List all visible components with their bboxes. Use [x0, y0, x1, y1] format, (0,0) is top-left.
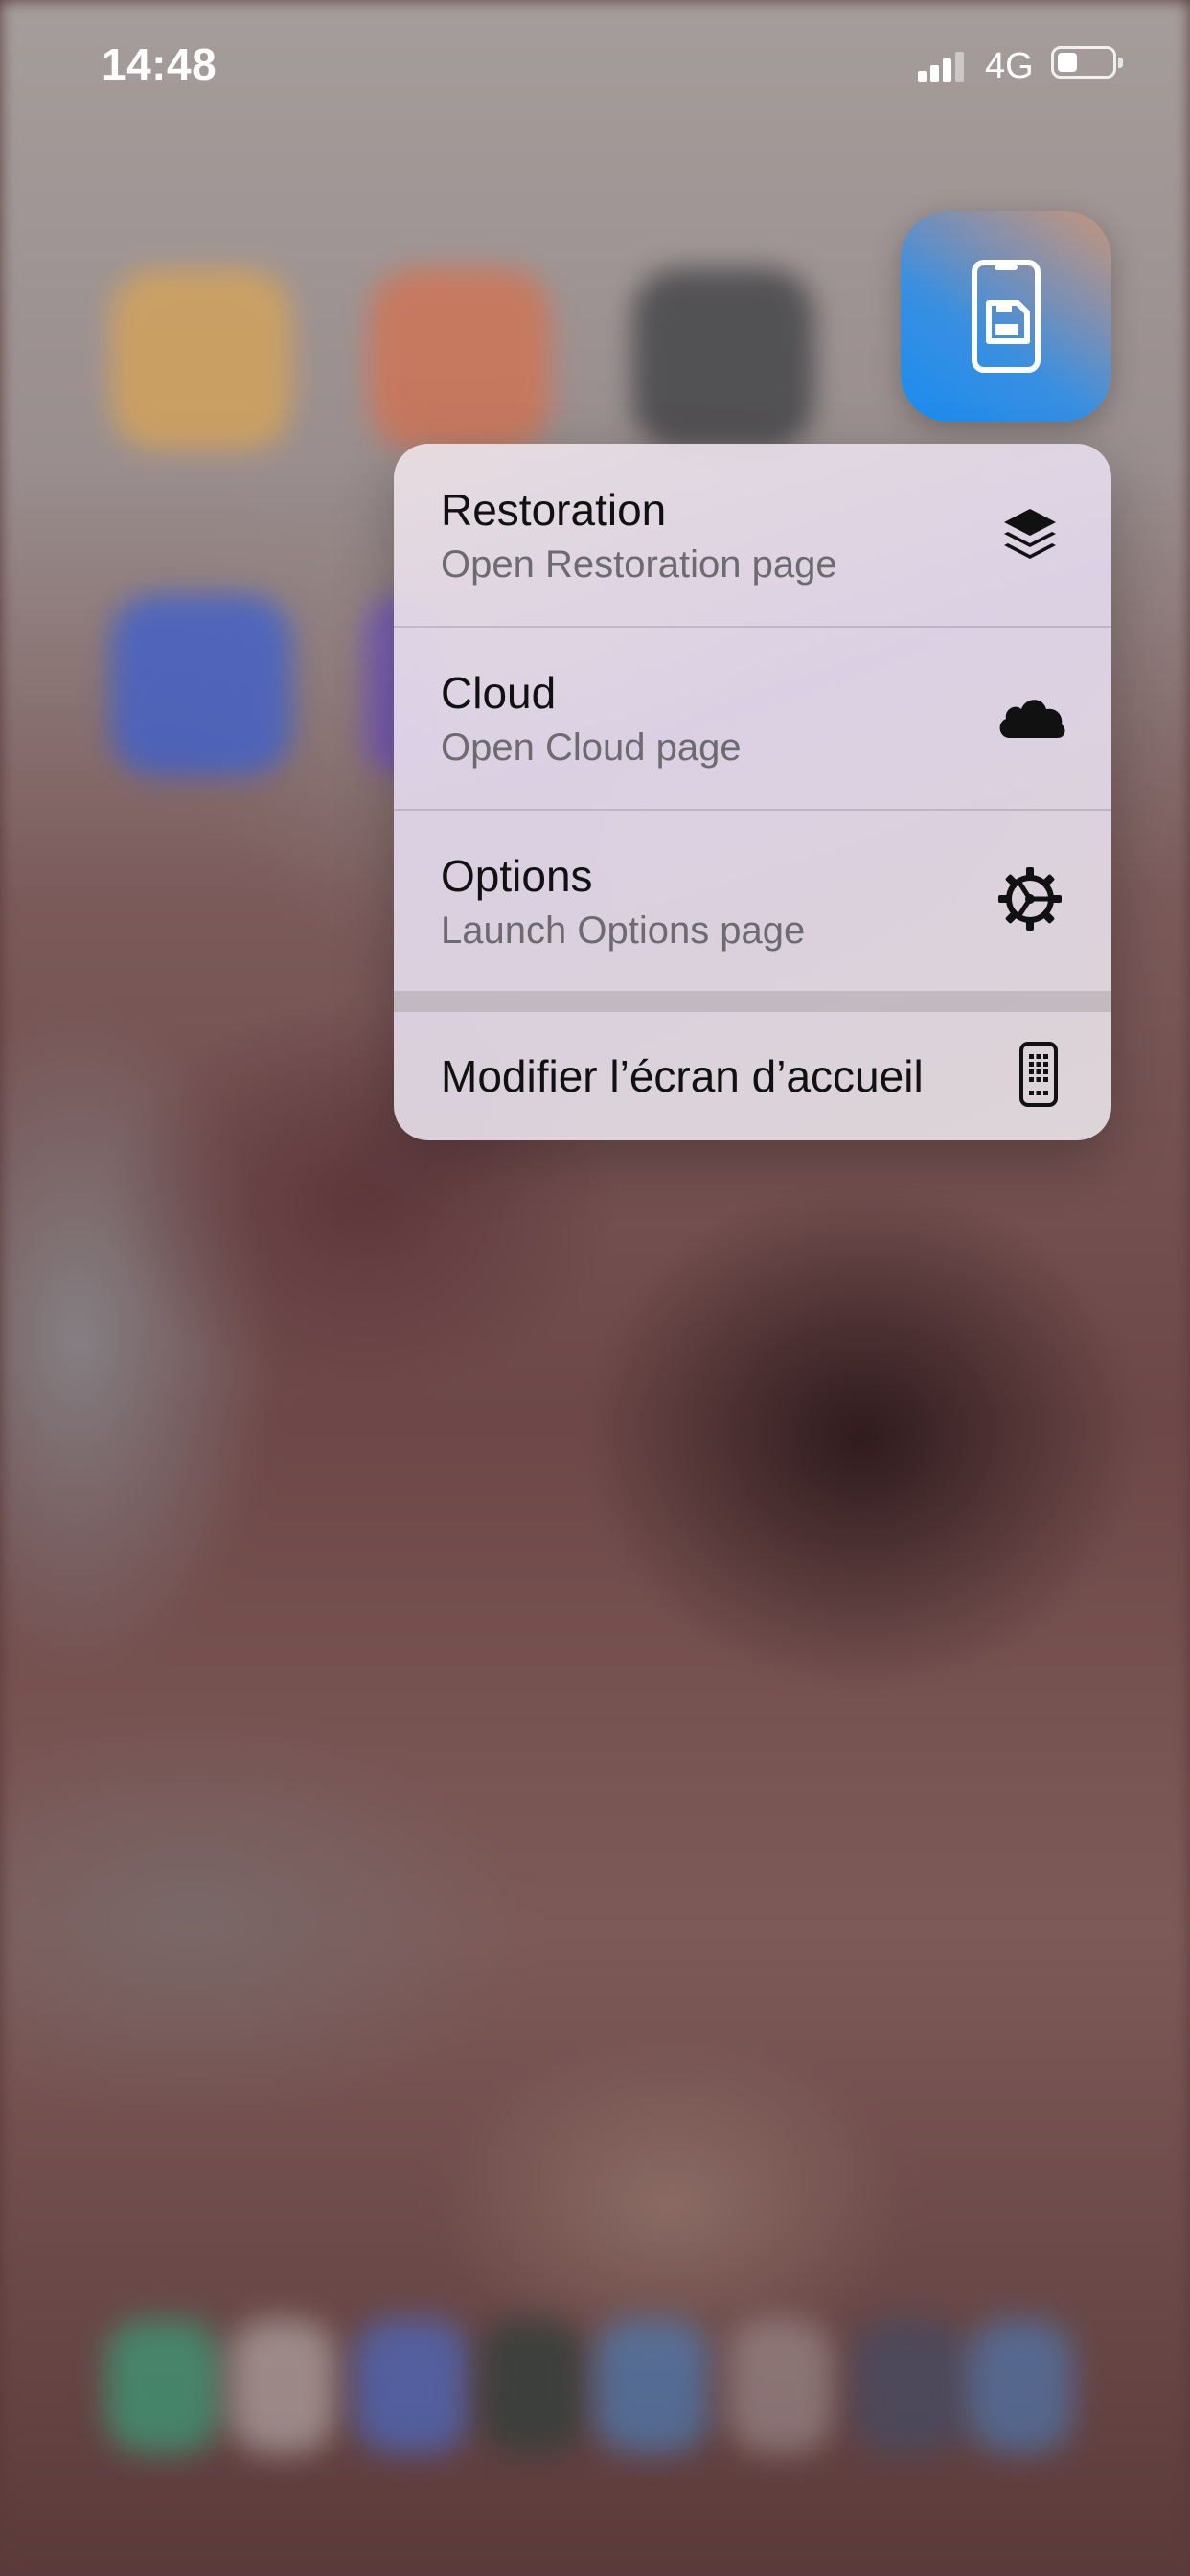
layers-icon	[996, 501, 1064, 568]
status-bar: 14:48 4G	[0, 0, 1190, 134]
menu-item-title: Cloud	[441, 668, 557, 718]
blurred-dock-icon	[853, 2319, 968, 2453]
blurred-dock-icon	[594, 2319, 709, 2453]
phone-grid-icon	[1018, 1041, 1060, 1108]
blurred-dock-icon	[230, 2319, 335, 2453]
menu-item-edit-home-screen[interactable]: Modifier l’écran d’accueil	[394, 1012, 1111, 1140]
gear-icon	[996, 865, 1064, 932]
cloud-icon	[993, 684, 1069, 751]
menu-item-options[interactable]: Options Launch Options page	[394, 810, 1111, 992]
blurred-app-icon	[369, 268, 551, 450]
blurred-app-icon	[110, 268, 292, 450]
battery-icon	[1051, 46, 1123, 79]
blurred-app-icon	[110, 594, 292, 776]
phone-save-icon	[972, 260, 1041, 373]
menu-item-subtitle: Open Cloud page	[441, 726, 742, 769]
network-type: 4G	[985, 46, 1034, 86]
menu-item-title: Options	[441, 851, 593, 901]
status-time: 14:48	[102, 39, 217, 89]
blurred-dock-icon	[728, 2319, 834, 2453]
blurred-dock-icon	[479, 2319, 584, 2453]
cellular-signal-icon	[918, 52, 968, 82]
app-icon[interactable]	[901, 211, 1111, 422]
blurred-dock-icon	[968, 2319, 1073, 2453]
blurred-dock-icon	[355, 2319, 469, 2453]
quick-actions-menu: Restoration Open Restoration page Cloud …	[394, 444, 1111, 1140]
menu-item-title: Modifier l’écran d’accueil	[441, 1051, 924, 1101]
menu-section-separator	[394, 991, 1111, 1012]
blurred-dock-icon	[105, 2319, 220, 2453]
menu-item-title: Restoration	[441, 485, 667, 535]
menu-item-subtitle: Launch Options page	[441, 909, 806, 952]
blurred-app-icon	[632, 268, 814, 450]
menu-item-subtitle: Open Restoration page	[441, 543, 837, 586]
menu-item-restoration[interactable]: Restoration Open Restoration page	[394, 444, 1111, 626]
menu-item-cloud[interactable]: Cloud Open Cloud page	[394, 627, 1111, 809]
